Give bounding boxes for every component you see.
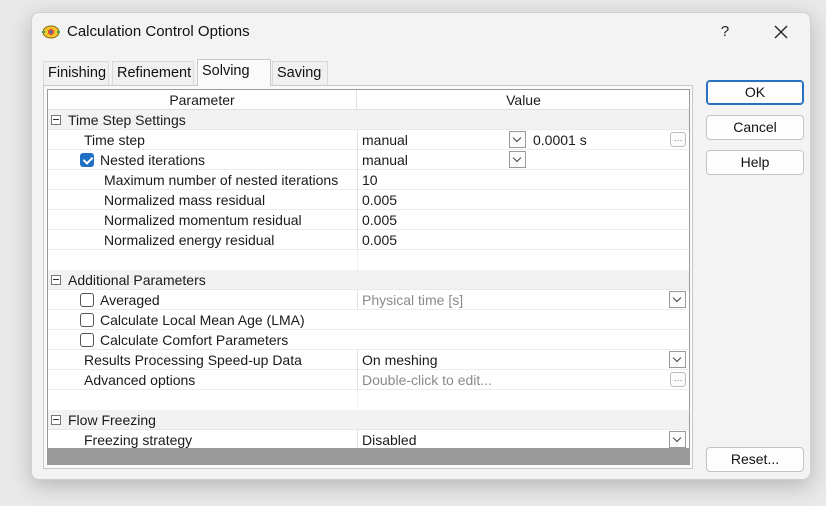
collapse-icon[interactable] [51, 275, 61, 285]
energy-residual-value[interactable]: 0.005 [362, 230, 397, 250]
advanced-options-value[interactable]: Double-click to edit... [362, 370, 492, 390]
ok-button[interactable]: OK [706, 80, 804, 105]
category-time-step-settings[interactable]: Time Step Settings [48, 110, 689, 130]
parameter-label: Averaged [100, 292, 160, 308]
cancel-button[interactable]: Cancel [706, 115, 804, 140]
row-mass-residual[interactable]: Normalized mass residual 0.005 [48, 190, 689, 210]
row-nested-iterations[interactable]: Nested iterations manual [48, 150, 689, 170]
ellipsis-button[interactable]: … [670, 372, 686, 387]
calculation-control-options-dialog: Calculation Control Options ? Finishing … [31, 12, 811, 480]
tab-solving[interactable]: Solving [197, 59, 271, 86]
grid-status-bar [48, 448, 689, 464]
averaged-value[interactable]: Physical time [s] [362, 290, 463, 310]
parameter-label: Normalized energy residual [104, 232, 275, 248]
ellipsis-button[interactable]: … [670, 132, 686, 147]
parameter-label: Normalized mass residual [104, 192, 266, 208]
max-nested-iterations-value[interactable]: 10 [362, 170, 378, 190]
tab-saving[interactable]: Saving [272, 61, 328, 85]
row-momentum-residual[interactable]: Normalized momentum residual 0.005 [48, 210, 689, 230]
row-lma[interactable]: Calculate Local Mean Age (LMA) [48, 310, 689, 330]
question-mark-icon[interactable]: ? [712, 19, 738, 45]
collapse-icon[interactable] [51, 115, 61, 125]
parameter-label: Results Processing Speed-up Data [84, 352, 302, 368]
title-bar: Calculation Control Options ? [32, 13, 810, 53]
row-averaged[interactable]: Averaged Physical time [s] [48, 290, 689, 310]
solving-tab-panel: Parameter Value Time Step Settings Time … [43, 85, 693, 469]
parameter-label: Normalized momentum residual [104, 212, 302, 228]
spacer-row [48, 250, 689, 270]
freezing-strategy-value[interactable]: Disabled [362, 430, 416, 450]
chevron-down-icon[interactable] [509, 151, 526, 168]
close-icon[interactable] [762, 17, 800, 47]
time-step-mode-value[interactable]: manual [362, 130, 408, 150]
lma-checkbox[interactable] [80, 313, 94, 327]
row-speedup-data[interactable]: Results Processing Speed-up Data On mesh… [48, 350, 689, 370]
parameter-label: Calculate Local Mean Age (LMA) [100, 312, 305, 328]
calculator-app-icon [42, 25, 60, 39]
mass-residual-value[interactable]: 0.005 [362, 190, 397, 210]
collapse-icon[interactable] [51, 415, 61, 425]
category-label: Time Step Settings [68, 112, 186, 128]
category-label: Flow Freezing [68, 412, 156, 428]
spacer-row [48, 390, 689, 410]
tab-finishing[interactable]: Finishing [43, 61, 109, 85]
tab-refinement[interactable]: Refinement [112, 61, 194, 85]
row-freezing-strategy[interactable]: Freezing strategy Disabled [48, 430, 689, 450]
speedup-data-value[interactable]: On meshing [362, 350, 437, 370]
parameter-label: Advanced options [84, 372, 196, 388]
row-time-step[interactable]: Time step manual 0.0001 s … [48, 130, 689, 150]
help-button[interactable]: Help [706, 150, 804, 175]
comfort-parameters-checkbox[interactable] [80, 333, 94, 347]
dialog-title: Calculation Control Options [67, 23, 250, 40]
time-step-value[interactable]: 0.0001 s [533, 130, 587, 150]
parameter-label: Freezing strategy [84, 432, 193, 448]
value-column-header[interactable]: Value [357, 90, 689, 110]
chevron-down-icon[interactable] [669, 291, 686, 308]
parameter-column-header[interactable]: Parameter [48, 90, 357, 110]
category-label: Additional Parameters [68, 272, 206, 288]
row-max-nested-iterations[interactable]: Maximum number of nested iterations 10 [48, 170, 689, 190]
row-energy-residual[interactable]: Normalized energy residual 0.005 [48, 230, 689, 250]
row-comfort-parameters[interactable]: Calculate Comfort Parameters [48, 330, 689, 350]
nested-iterations-checkbox[interactable] [80, 153, 94, 167]
grid-header: Parameter Value [48, 90, 689, 110]
nested-iterations-value[interactable]: manual [362, 150, 408, 170]
chevron-down-icon[interactable] [509, 131, 526, 148]
averaged-checkbox[interactable] [80, 293, 94, 307]
category-flow-freezing[interactable]: Flow Freezing [48, 410, 689, 430]
parameter-label: Maximum number of nested iterations [104, 172, 339, 188]
momentum-residual-value[interactable]: 0.005 [362, 210, 397, 230]
reset-button[interactable]: Reset... [706, 447, 804, 472]
row-advanced-options[interactable]: Advanced options Double-click to edit...… [48, 370, 689, 390]
category-additional-parameters[interactable]: Additional Parameters [48, 270, 689, 290]
parameter-label: Calculate Comfort Parameters [100, 332, 289, 348]
parameter-grid: Parameter Value Time Step Settings Time … [47, 89, 690, 465]
parameter-label: Nested iterations [100, 152, 206, 168]
chevron-down-icon[interactable] [669, 431, 686, 448]
parameter-label: Time step [84, 132, 145, 148]
chevron-down-icon[interactable] [669, 351, 686, 368]
